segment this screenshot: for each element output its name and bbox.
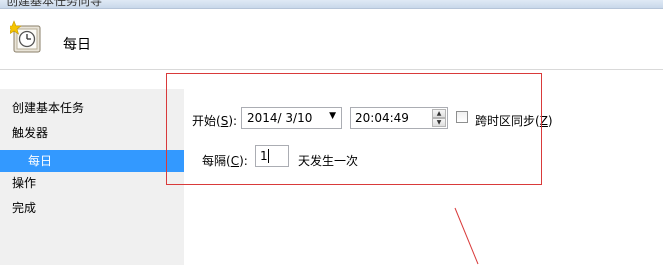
wizard-header: 每日	[0, 9, 663, 70]
page-title: 每日	[63, 37, 91, 53]
annotation-highlight-box	[166, 73, 542, 185]
title-bar: 创建基本任务向导	[0, 0, 663, 9]
wizard-steps-sidebar: 创建基本任务 触发器 每日 操作 完成	[0, 89, 184, 265]
step-finish[interactable]: 完成	[0, 201, 184, 226]
step-daily[interactable]: 每日	[0, 150, 184, 172]
window-title: 创建基本任务向导	[6, 0, 103, 8]
clock-icon	[10, 20, 41, 53]
step-action[interactable]: 操作	[0, 176, 184, 201]
step-create-basic-task[interactable]: 创建基本任务	[0, 101, 184, 126]
step-trigger[interactable]: 触发器	[0, 126, 184, 151]
